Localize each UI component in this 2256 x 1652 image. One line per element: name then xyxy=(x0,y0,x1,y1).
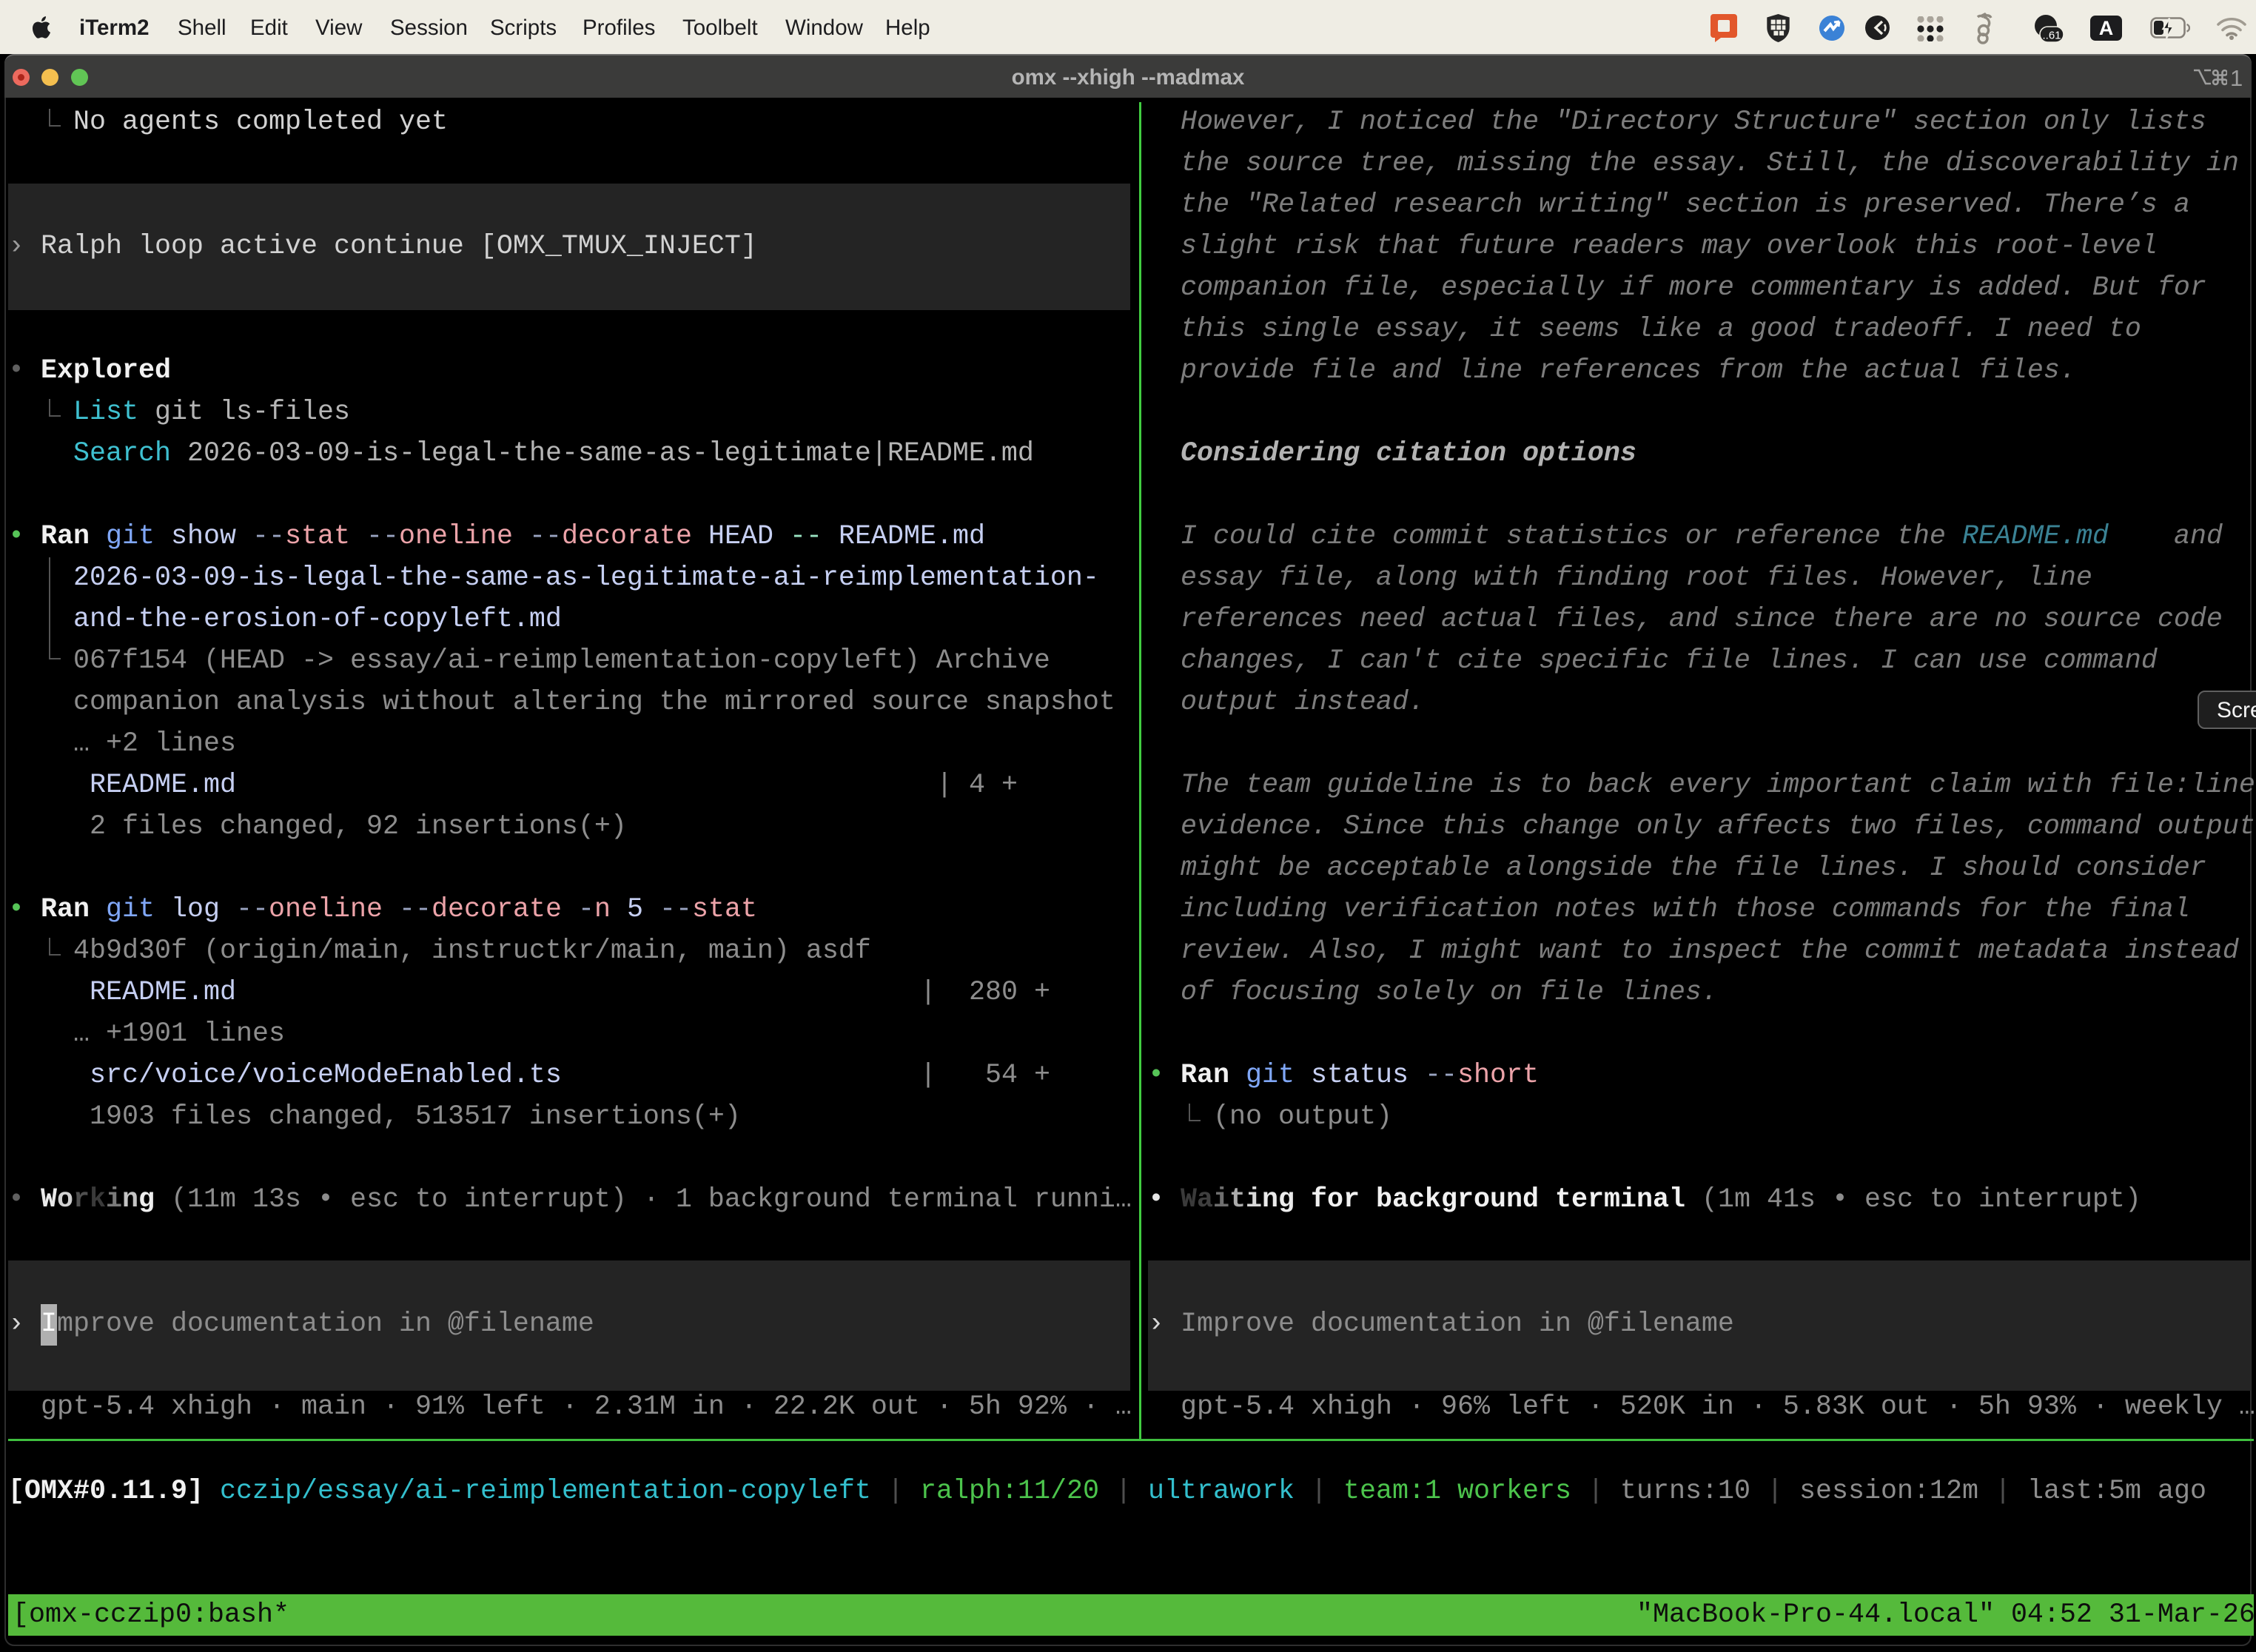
svg-text:..61: ..61 xyxy=(2042,30,2061,42)
